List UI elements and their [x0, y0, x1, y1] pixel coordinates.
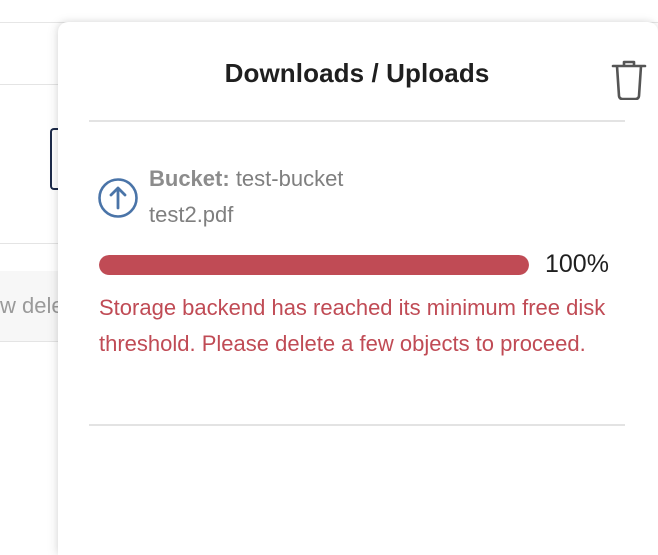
trash-icon	[611, 60, 647, 101]
transfers-panel: Downloads / Uploads Bucket: test-bucket …	[58, 22, 658, 555]
progress-percent: 100%	[545, 250, 609, 278]
bucket-info: Bucket: test-bucket	[149, 166, 343, 192]
panel-title: Downloads / Uploads	[224, 58, 490, 88]
upload-arrow-icon	[98, 178, 138, 218]
error-message: Storage backend has reached its minimum …	[99, 295, 606, 356]
background-partial-text: w dele	[0, 293, 62, 318]
progress-bar	[99, 255, 529, 275]
background-topbar	[0, 0, 658, 23]
clear-all-button[interactable]	[609, 58, 649, 101]
panel-header: Downloads / Uploads	[89, 22, 647, 122]
progress-fill	[99, 255, 529, 275]
bucket-name: test-bucket	[235, 166, 344, 191]
file-name: test2.pdf	[149, 202, 234, 227]
bucket-label: Bucket:	[149, 166, 230, 191]
transfer-item: Bucket: test-bucket test2.pdf 100% Stora…	[89, 122, 625, 426]
